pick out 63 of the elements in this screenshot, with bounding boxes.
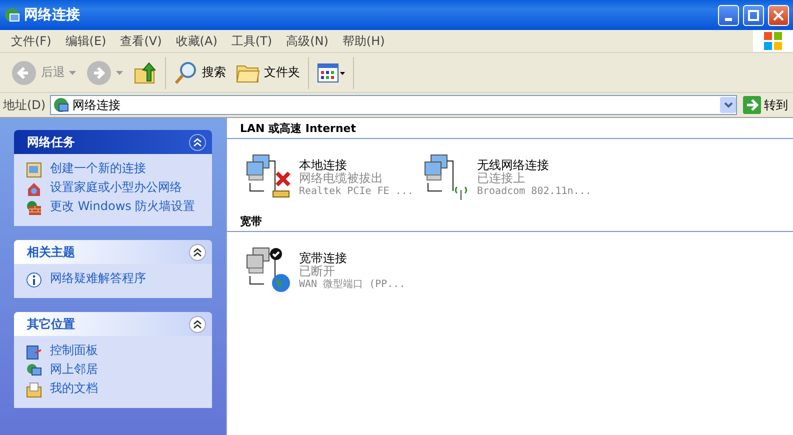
collapse-button[interactable] [189,244,206,260]
chevron-up-icon [193,248,202,256]
task-link[interactable]: 网上邻居 [50,363,98,376]
connection-status: 已断开 [299,265,336,278]
view-grid-icon [317,62,345,82]
task-link[interactable]: 我的文档 [50,382,98,395]
folders-button[interactable]: 文件夹 [231,60,305,86]
group-heading: LAN 或高速 Internet [227,120,793,139]
windows-logo [753,30,793,52]
close-icon [773,10,784,20]
task-link[interactable]: 更改 Windows 防火墙设置 [50,200,196,213]
documents-folder-icon [26,382,42,398]
dropdown-button[interactable] [720,97,736,113]
task-link[interactable]: 设置家庭或小型办公网络 [50,181,182,194]
folder-up-icon [133,60,157,84]
connection-wizard-icon [26,162,42,178]
menu-item[interactable]: 文件(F) [4,32,58,50]
go-button[interactable]: 转到 [741,96,790,114]
caret-icon [69,70,76,74]
device-name: WAN 微型端口 (PP... [299,278,406,291]
connection-status: 网络电缆被拔出 [299,172,384,185]
collapse-button[interactable] [189,134,206,150]
maximize-icon [748,10,759,20]
task-link[interactable]: 创建一个新的连接 [50,162,146,175]
go-arrow-icon [743,96,761,114]
device-name: Realtek PCIe FE ... [299,185,414,198]
chevron-up-icon [193,138,202,146]
brick-wall-icon [26,200,42,216]
window-title: 网络连接 [24,6,81,24]
group-heading: 宽带 [227,213,793,232]
search-button[interactable]: 搜索 [169,58,231,86]
menu-item[interactable]: 工具(T) [224,32,280,50]
caret-icon [116,70,123,74]
house-icon [26,181,42,197]
panel-title: 网络任务 [27,134,76,150]
address-field[interactable]: 网络连接 [50,95,737,115]
network-globe-icon [4,7,20,23]
connection-name[interactable]: 宽带连接 [299,252,406,265]
minimize-icon [725,18,732,20]
panel-title: 相关主题 [27,244,76,260]
task-link[interactable]: 网络疑难解答程序 [50,272,146,285]
task-link[interactable]: 控制面板 [50,344,98,357]
address-label: 地址(D) [3,96,46,114]
menu-item[interactable]: 帮助(H) [335,32,392,50]
search-icon [174,60,198,84]
info-icon [26,272,42,288]
network-globe-icon [52,97,69,113]
maximize-button[interactable] [743,4,764,26]
menu-item[interactable]: 高级(N) [279,32,336,50]
panel-title: 其它位置 [27,316,76,332]
caret-icon [724,102,732,108]
device-name: Broadcom 802.11n... [477,185,592,198]
control-panel-icon [26,344,42,360]
menu-item[interactable]: 查看(V) [113,32,169,50]
chevron-up-icon [193,320,202,328]
connection-name[interactable]: 本地连接 [299,159,414,172]
connection-name[interactable]: 无线网络连接 [477,159,592,172]
minimize-button[interactable] [718,4,739,26]
connection-status: 已连接上 [477,172,526,185]
collapse-button[interactable] [189,316,206,332]
close-button[interactable] [768,4,789,26]
menu-item[interactable]: 收藏(A) [168,32,224,50]
menu-item[interactable]: 编辑(E) [58,32,114,50]
